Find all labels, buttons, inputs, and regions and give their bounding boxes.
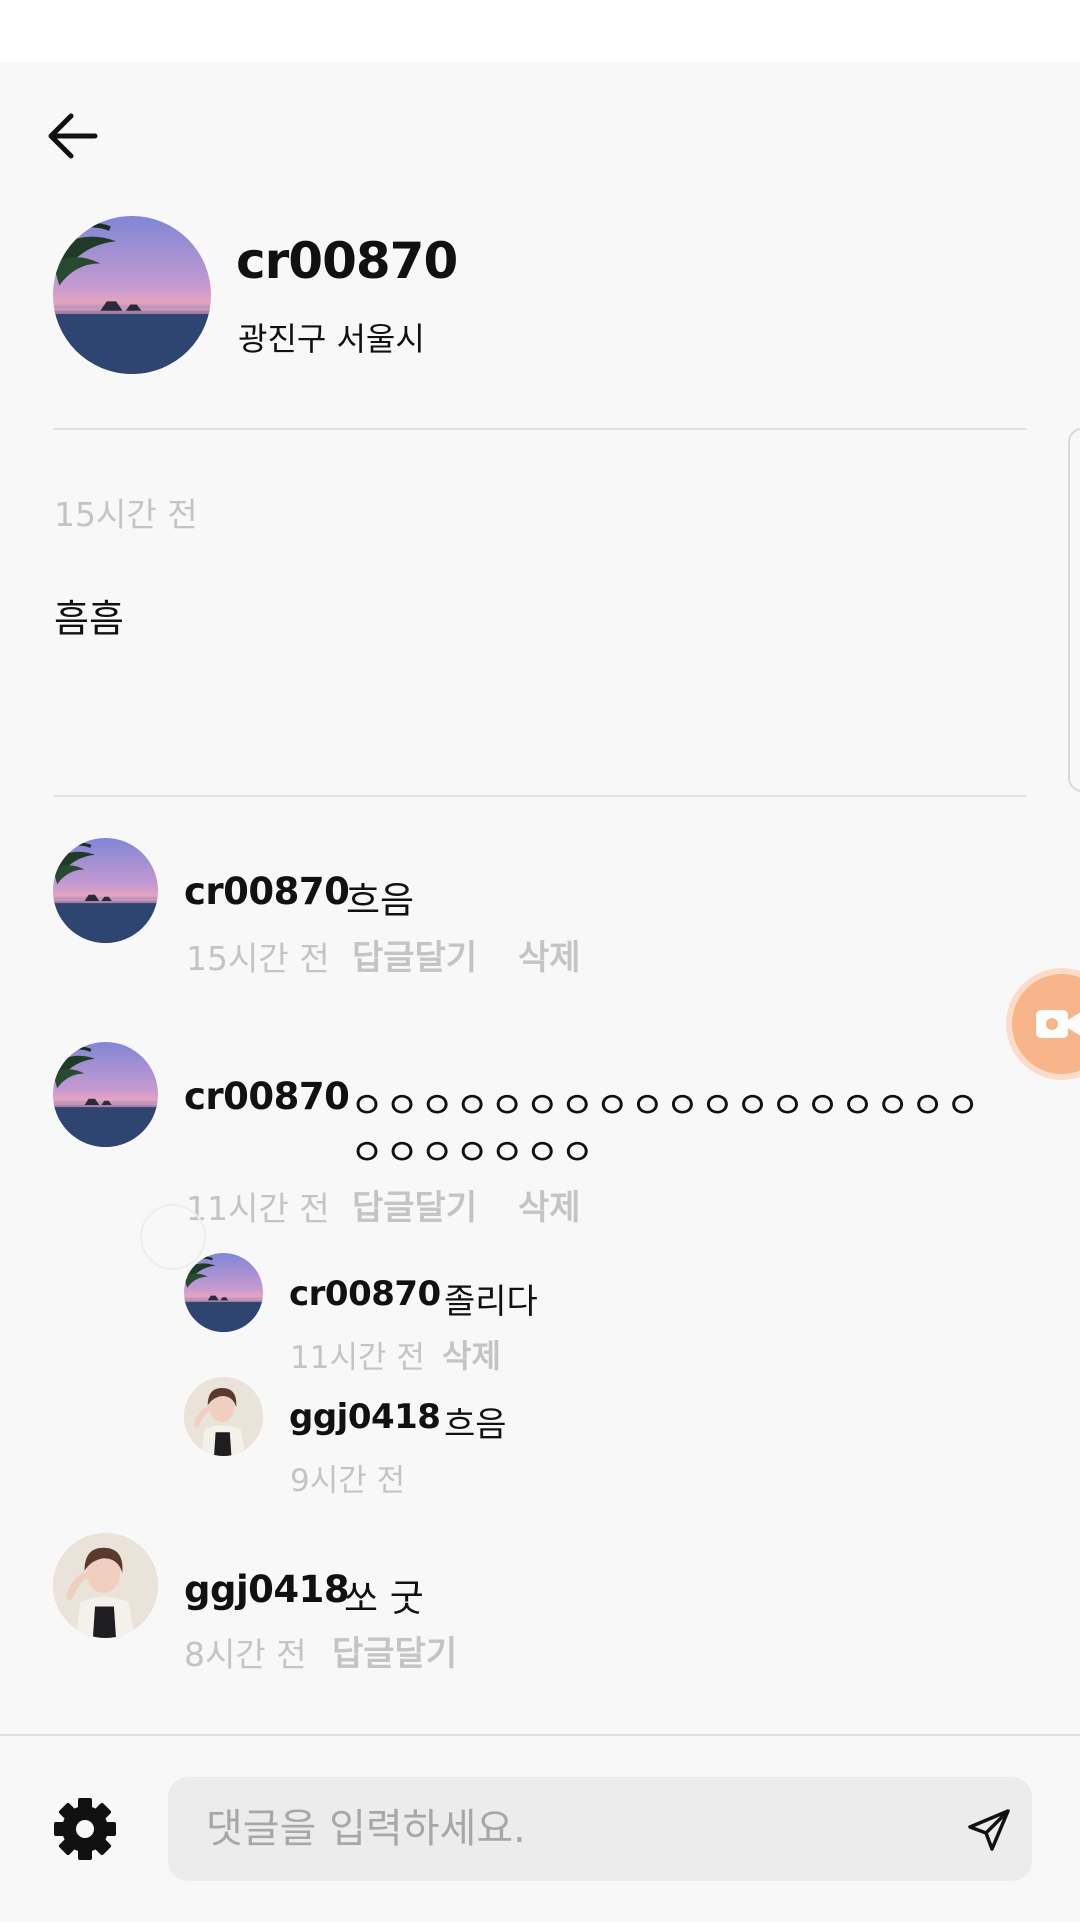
delete-button[interactable]: 삭제 [518,1180,581,1229]
comment-text-line1: ㅇㅇㅇㅇㅇㅇㅇㅇㅇㅇㅇㅇㅇㅇㅇㅇㅇㅇ [350,1084,981,1127]
comment-input[interactable] [206,1777,906,1881]
divider [53,795,1027,797]
reply-text: 졸리다 [444,1282,538,1322]
reply-button[interactable]: 답글달기 [352,1180,477,1229]
comment-text: 쏘 굿 [344,1577,424,1620]
reply-author[interactable]: ggj0418 [289,1397,441,1437]
comment-author[interactable]: ggj0418 [184,1568,350,1611]
comment-author[interactable]: cr00870 [184,1075,350,1118]
divider [53,428,1027,430]
comment-time: 11시간 전 [186,1189,330,1228]
side-panel-handle[interactable] [1068,428,1080,792]
send-button[interactable] [964,1805,1014,1855]
video-camera-icon [1036,1010,1080,1038]
reply-avatar[interactable] [184,1253,263,1332]
comment-avatar[interactable] [53,1533,158,1638]
reply-button[interactable]: 답글달기 [332,1626,457,1675]
comment-avatar[interactable] [53,838,158,943]
comment-input-box [168,1777,1032,1881]
reply-text: 흐음 [444,1405,507,1445]
post-author-avatar[interactable] [53,216,211,374]
reply-avatar[interactable] [184,1377,263,1456]
comment-time: 8시간 전 [184,1635,307,1674]
touch-ripple [140,1204,206,1270]
reply-author[interactable]: cr00870 [289,1274,441,1314]
back-button[interactable] [40,104,104,168]
settings-button[interactable] [52,1796,118,1862]
post-author-location: 광진구 서울시 [238,320,425,358]
comment-avatar[interactable] [53,1042,158,1147]
reply-time: 9시간 전 [290,1463,406,1499]
reply-time: 11시간 전 [290,1340,425,1376]
arrow-left-icon [48,113,98,159]
delete-button[interactable]: 삭제 [518,930,581,979]
comment-author[interactable]: cr00870 [184,870,350,913]
post-author-name[interactable]: cr00870 [236,232,458,290]
reply-button[interactable]: 답글달기 [352,930,477,979]
comment-text: 흐음 [346,879,415,922]
gear-icon [54,1798,116,1860]
send-icon [968,1809,1010,1851]
camera-float-button[interactable] [1012,974,1080,1074]
post-time: 15시간 전 [54,495,198,534]
delete-button[interactable]: 삭제 [442,1331,501,1377]
status-bar [0,0,1080,62]
comment-text-line2: ㅇㅇㅇㅇㅇㅇㅇ [350,1131,596,1174]
post-body: 흠흠 [54,597,124,641]
comment-time: 15시간 전 [186,939,330,978]
